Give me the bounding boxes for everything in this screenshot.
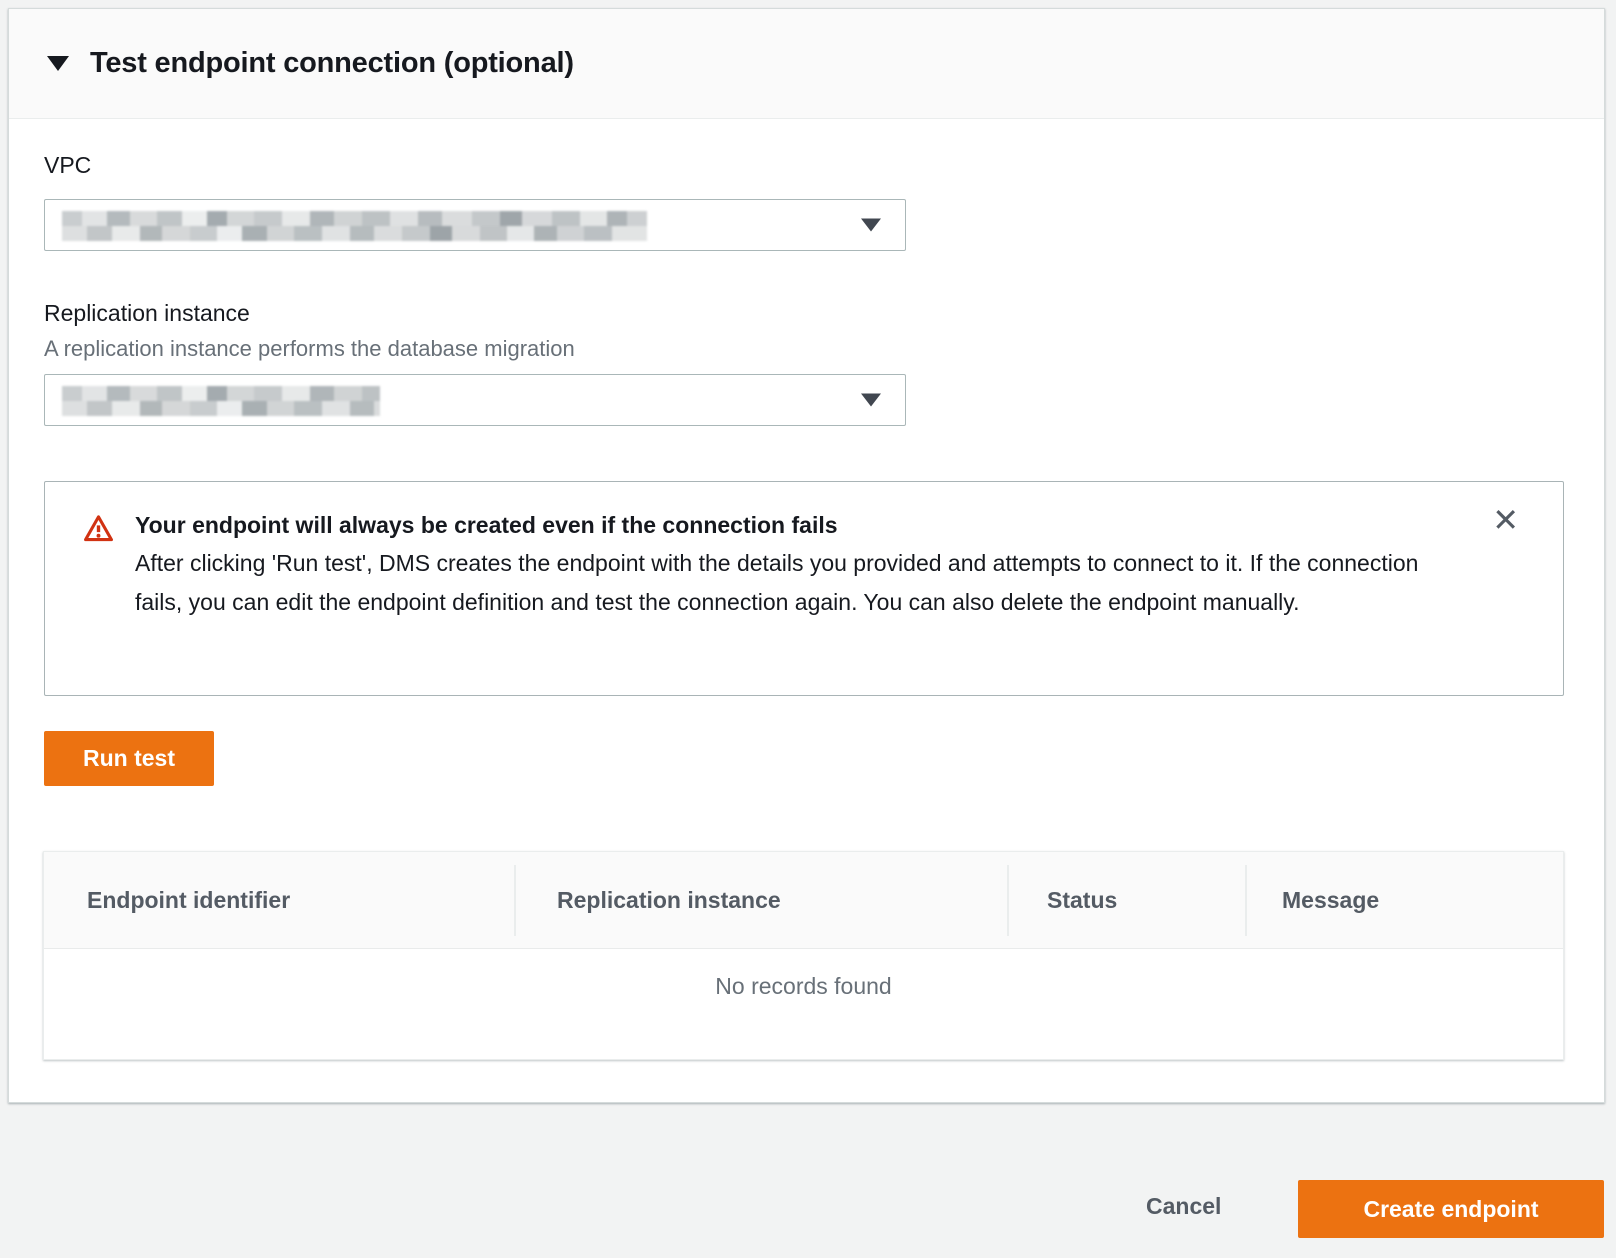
vpc-select[interactable] <box>44 199 906 251</box>
cancel-button[interactable]: Cancel <box>1140 1192 1227 1221</box>
warning-alert: Your endpoint will always be created eve… <box>44 481 1564 696</box>
column-header-replication-instance: Replication instance <box>514 887 1007 914</box>
test-endpoint-panel: Test endpoint connection (optional) VPC … <box>8 8 1605 1103</box>
replication-instance-select[interactable] <box>44 374 906 426</box>
replication-instance-label: Replication instance <box>44 300 250 327</box>
empty-state-message: No records found <box>44 949 1563 1060</box>
column-header-status: Status <box>1007 887 1245 914</box>
vpc-label: VPC <box>44 152 91 179</box>
warning-alert-title: Your endpoint will always be created eve… <box>135 512 838 539</box>
column-header-message: Message <box>1245 887 1563 914</box>
close-icon[interactable]: ✕ <box>1488 500 1523 540</box>
page: Test endpoint connection (optional) VPC … <box>0 0 1616 1258</box>
vpc-selected-value-redacted <box>62 211 647 241</box>
section-title: Test endpoint connection (optional) <box>90 47 574 80</box>
column-header-endpoint-identifier: Endpoint identifier <box>44 887 514 914</box>
section-collapse-caret-icon[interactable] <box>47 56 69 71</box>
run-test-button[interactable]: Run test <box>44 731 214 786</box>
warning-triangle-icon <box>83 513 114 549</box>
replication-instance-description: A replication instance performs the data… <box>44 336 575 362</box>
section-header-toggle[interactable]: Test endpoint connection (optional) <box>9 9 1604 119</box>
table-header-row: Endpoint identifier Replication instance… <box>44 852 1563 949</box>
replication-instance-selected-value-redacted <box>62 386 380 416</box>
vpc-caret-down-icon <box>861 219 881 232</box>
warning-alert-body: After clicking 'Run test', DMS creates t… <box>135 544 1445 622</box>
replication-instance-caret-down-icon <box>861 394 881 407</box>
connection-results-table: Endpoint identifier Replication instance… <box>43 851 1564 1060</box>
create-endpoint-button[interactable]: Create endpoint <box>1298 1180 1604 1238</box>
